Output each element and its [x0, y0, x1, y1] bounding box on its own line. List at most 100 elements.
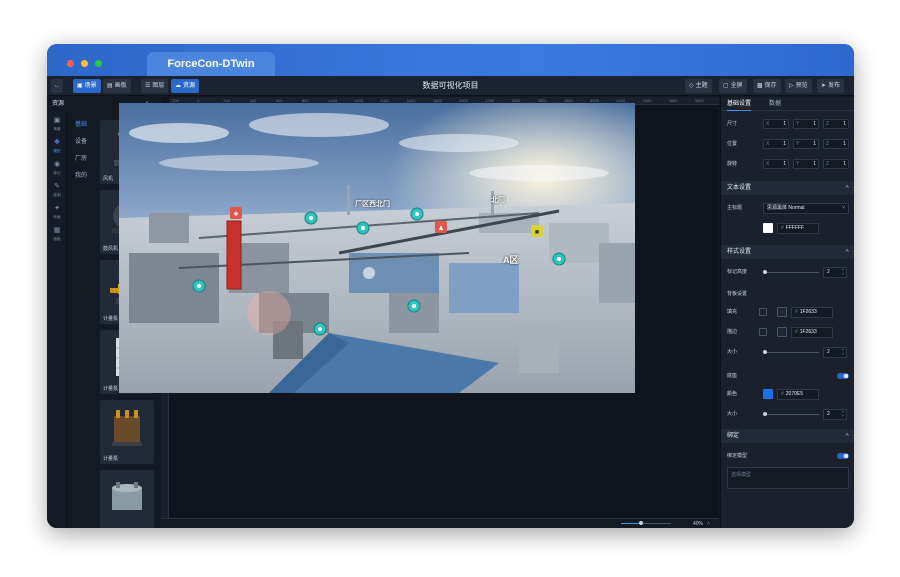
app-tab[interactable]: ForceCon-DTwin: [147, 52, 275, 76]
send-icon: ➤: [821, 83, 827, 89]
nav-item-animation[interactable]: ✦ 动画: [47, 201, 67, 225]
fill-checkbox[interactable]: [759, 308, 767, 316]
base-size-row: 大小 2 ˄ ˅: [727, 407, 851, 421]
plate-size-slider[interactable]: [763, 350, 819, 354]
binding-header[interactable]: 绑定 ˄: [721, 429, 854, 443]
scene-viewport[interactable]: ● ▲ ■ 厂区西北门 北门 A区: [119, 103, 635, 393]
text-settings-header[interactable]: 文本设置 ˄: [721, 181, 854, 195]
panel-button-label: 画板: [114, 83, 127, 89]
app-window: ForceCon-DTwin ← ▣ 场景 ▤ 画板 ☰ 图层 ☁ 资源 数据可…: [47, 44, 854, 528]
zoom-slider[interactable]: [621, 521, 671, 525]
text-color-swatch[interactable]: [763, 223, 773, 233]
style-settings-header[interactable]: 样式设置 ˄: [721, 245, 854, 259]
tab-data[interactable]: 数据: [769, 97, 781, 111]
back-button[interactable]: ←: [51, 79, 63, 93]
theme-button-label: 主题: [695, 83, 708, 89]
category-basic[interactable]: 基础: [67, 118, 97, 132]
nav-item-model[interactable]: ❖ 模型: [47, 135, 67, 159]
category-equipment[interactable]: 设备: [67, 135, 97, 149]
nav-item-draw[interactable]: ✎ 绘制: [47, 179, 67, 203]
position-row: 位置 X1 Y1 Z1: [727, 137, 851, 151]
scene-label-north-gate: 北门: [491, 197, 505, 204]
fullscreen-button[interactable]: ▢ 全屏: [719, 79, 747, 93]
base-color-row: 颜色 #2070E5: [727, 387, 851, 401]
marker-height-slider[interactable]: [763, 270, 819, 274]
fill-color-swatch[interactable]: [777, 307, 787, 317]
save-button-label: 保存: [764, 83, 777, 89]
category-plant[interactable]: 厂房: [67, 152, 97, 166]
asset-card[interactable]: 计量泵: [100, 400, 154, 464]
alarm-marker-icon: ▲: [435, 221, 447, 233]
preview-icon: ▷: [789, 83, 794, 89]
font-select[interactable]: 思源黑体 Normal ˅: [763, 203, 849, 214]
left-nav: ▣ 场景 ❖ 模型 ◉ 标记 ✎ 绘制 ✦ 动画 ▦ 面板: [47, 111, 67, 528]
select-model-input[interactable]: 选择模型: [727, 467, 849, 489]
scene-icon: ▣: [77, 83, 83, 89]
panel-button[interactable]: ▤ 画板: [103, 79, 131, 93]
resource-button-label: 资源: [183, 83, 196, 89]
rotation-z-input[interactable]: Z1: [823, 159, 849, 169]
zoom-slider-thumb[interactable]: [639, 521, 643, 525]
position-y-input[interactable]: Y1: [793, 139, 819, 149]
base-color-input[interactable]: #2070E5: [777, 389, 819, 400]
text-color-input[interactable]: # FFFFFF: [777, 223, 819, 234]
nav-item-panel[interactable]: ▦ 面板: [47, 223, 67, 247]
zoom-value: 40%: [693, 521, 704, 527]
nav-item-scene[interactable]: ▣ 场景: [47, 113, 67, 137]
size-y-input[interactable]: Y1: [793, 119, 819, 129]
position-z-input[interactable]: Z1: [823, 139, 849, 149]
save-button[interactable]: ▩ 保存: [753, 79, 781, 93]
category-mine[interactable]: 我的: [67, 169, 97, 183]
border-color-swatch[interactable]: [777, 327, 787, 337]
rotation-y-input[interactable]: Y1: [793, 159, 819, 169]
layer-button[interactable]: ☰ 图层: [141, 79, 169, 93]
bind-model-toggle[interactable]: [837, 453, 849, 459]
slider-knob[interactable]: [763, 350, 767, 354]
ruler-tick: 3600: [668, 98, 678, 103]
scene-button[interactable]: ▣ 场景: [73, 79, 101, 93]
slider-knob[interactable]: [763, 412, 767, 416]
properties-tabs: 基础设置 数据: [721, 97, 854, 111]
position-x-input[interactable]: X1: [763, 139, 789, 149]
plate-size-row: 大小 2 ˄ ˅: [727, 345, 851, 359]
base-toggle[interactable]: [837, 373, 849, 379]
plate-size-input[interactable]: 2 ˄ ˅: [823, 347, 847, 358]
model-icon: ❖: [53, 139, 61, 146]
camera-marker-icon: ■: [531, 225, 543, 237]
layers-icon: ☰: [145, 83, 151, 89]
slider-knob[interactable]: [763, 270, 767, 274]
theme-button[interactable]: ◇ 主题: [685, 79, 712, 93]
minimize-window-button[interactable]: [81, 60, 88, 67]
resource-button[interactable]: ☁ 资源: [171, 79, 200, 93]
base-color-swatch[interactable]: [763, 389, 773, 399]
size-x-input[interactable]: X1: [763, 119, 789, 129]
resource-panel-title: 资源: [52, 101, 65, 107]
properties-panel: 基础设置 数据 尺寸 X1 Y1 Z1 位置 X1 Y1 Z1 旋转 X1 Y1…: [720, 97, 854, 528]
rotation-row: 旋转 X1 Y1 Z1: [727, 157, 851, 171]
fill-color-input[interactable]: #1F2633: [791, 307, 833, 318]
base-size-input[interactable]: 2 ˄ ˅: [823, 409, 847, 420]
border-color-input[interactable]: #1F2633: [791, 327, 833, 338]
rotation-x-input[interactable]: X1: [763, 159, 789, 169]
top-toolbar: ← ▣ 场景 ▤ 画板 ☰ 图层 ☁ 资源 数据可视化项目 ◇ 主题 ▢ 全屏 …: [47, 76, 854, 96]
maximize-window-button[interactable]: [95, 60, 102, 67]
border-row: 描边 #1F2633: [727, 325, 851, 339]
preview-button[interactable]: ▷ 预览: [785, 79, 812, 93]
marker-height-input[interactable]: 2 ˄ ˅: [823, 267, 847, 278]
layer-button-label: 图层: [152, 83, 165, 89]
size-z-input[interactable]: Z1: [823, 119, 849, 129]
text-color-row: # FFFFFF: [727, 221, 851, 235]
base-size-slider[interactable]: [763, 412, 819, 416]
publish-button-label: 发布: [828, 83, 841, 89]
tab-basic-settings[interactable]: 基础设置: [727, 97, 752, 111]
nav-item-marker[interactable]: ◉ 标记: [47, 157, 67, 181]
scene-icon: ▣: [53, 117, 61, 124]
border-checkbox[interactable]: [759, 328, 767, 336]
publish-button[interactable]: ➤ 发布: [817, 79, 845, 93]
asset-card[interactable]: [100, 470, 154, 528]
chevron-up-icon[interactable]: ˄: [707, 519, 710, 528]
tag-icon: ◇: [689, 83, 694, 89]
size-row: 尺寸 X1 Y1 Z1: [727, 117, 851, 131]
close-window-button[interactable]: [67, 60, 74, 67]
marker-icon: ◉: [53, 161, 61, 168]
